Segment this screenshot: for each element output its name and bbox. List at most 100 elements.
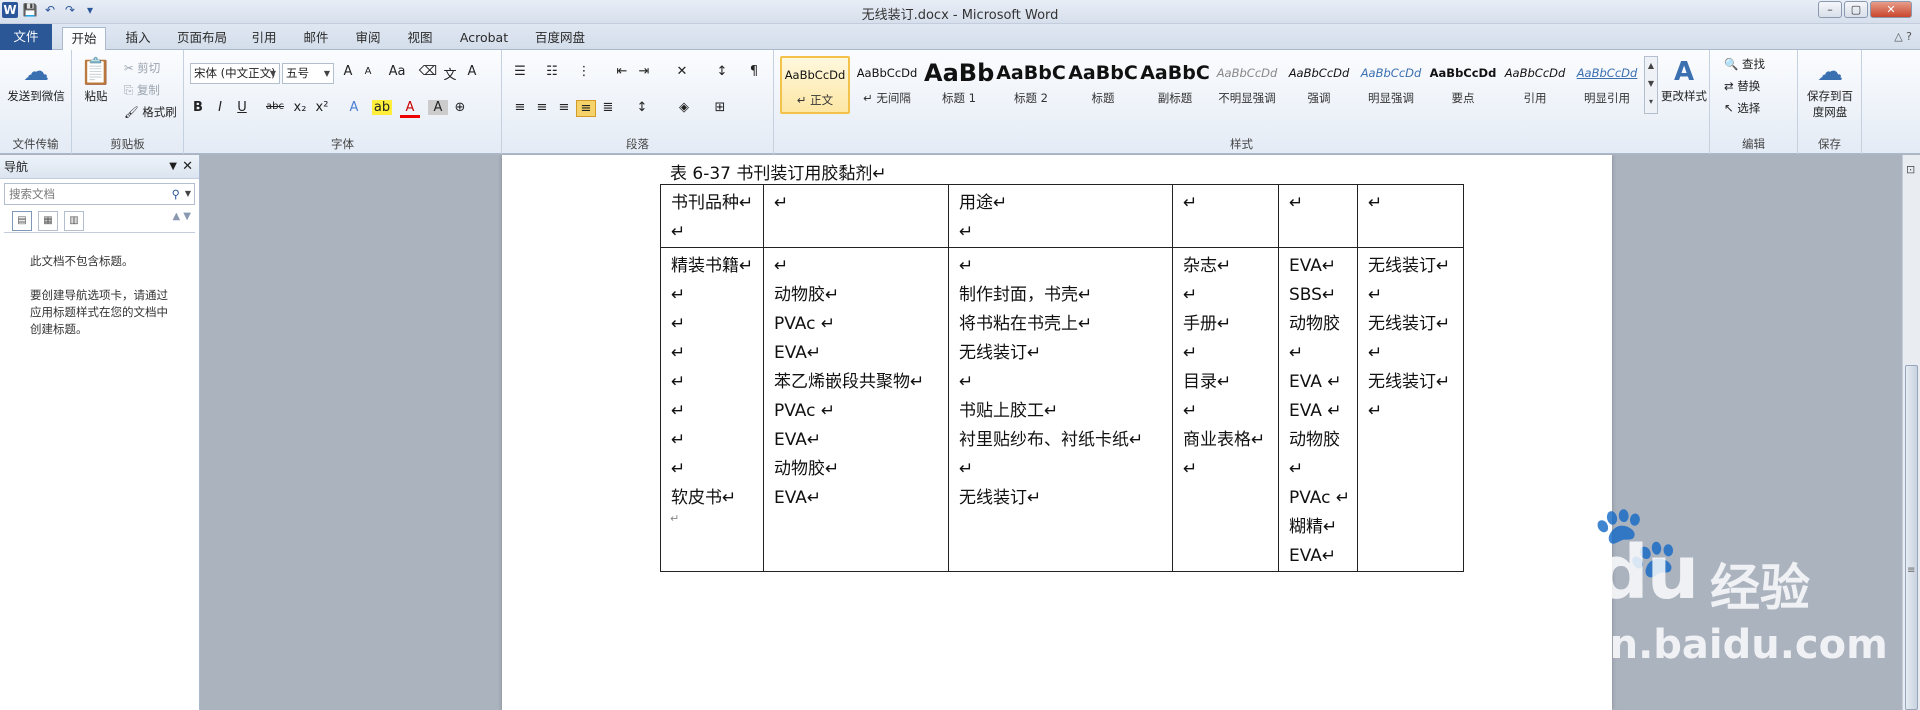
- chevron-down-icon[interactable]: ▼: [185, 184, 191, 204]
- tab-results[interactable]: ▥: [64, 211, 84, 231]
- char-shading-icon[interactable]: A: [428, 100, 448, 115]
- nav-arrows[interactable]: ▲ ▼: [172, 211, 191, 222]
- multilevel-list-icon[interactable]: ⋮: [574, 64, 594, 79]
- tab-file[interactable]: 文件: [0, 24, 52, 50]
- format-painter-button[interactable]: 🖌 格式刷: [124, 104, 177, 120]
- style-quote[interactable]: AaBbCcDd 引用: [1500, 56, 1570, 114]
- table-cell[interactable]: ↵: [1278, 184, 1358, 248]
- scrollbar-thumb[interactable]: [1905, 365, 1918, 710]
- change-styles-button[interactable]: A 更改样式: [1660, 56, 1708, 104]
- tab-insert[interactable]: 插入: [118, 27, 158, 50]
- show-marks-icon[interactable]: ¶: [744, 64, 764, 79]
- paste-button[interactable]: 📋 粘贴: [76, 56, 116, 104]
- chinese-layout-icon[interactable]: ✕: [672, 64, 692, 79]
- table-cell[interactable]: 杂志↵ ↵ 手册↵ ↵ 目录↵ ↵ 商业表格↵ ↵: [1172, 247, 1279, 572]
- document-page[interactable]: 表 6-37 书刊装订用胶黏剂↵ 书刊品种↵ ↵ ↵ 用途↵ ↵ ↵ ↵ ↵ 精…: [502, 155, 1612, 710]
- tab-view[interactable]: 视图: [402, 27, 438, 50]
- numbering-icon[interactable]: ☷: [542, 64, 562, 79]
- justify-icon[interactable]: ≡: [576, 100, 596, 117]
- find-button[interactable]: 🔍 查找: [1724, 56, 1765, 72]
- tab-headings[interactable]: ▤: [12, 211, 32, 231]
- font-name-combo[interactable]: 宋体 (中文正文) ▼: [190, 63, 280, 84]
- cut-button[interactable]: ✂ 剪切: [124, 60, 160, 76]
- line-spacing-icon[interactable]: ↕: [632, 100, 652, 115]
- superscript-button[interactable]: x²: [312, 100, 332, 115]
- strikethrough-button[interactable]: abc: [262, 101, 288, 112]
- styles-scroll[interactable]: ▲ ▼ ▾: [1644, 56, 1658, 114]
- underline-button[interactable]: U: [232, 100, 252, 115]
- baidu-jingyan-watermark: 🐾 Baidu 经验 jingyan.baidu.com: [1470, 500, 1888, 670]
- style-intense-emphasis[interactable]: AaBbCcDd 明显强调: [1356, 56, 1426, 114]
- table-cell[interactable]: 无线装订↵ ↵ 无线装订↵ ↵ 无线装订↵ ↵: [1357, 247, 1464, 572]
- vertical-scrollbar[interactable]: ⊡ ≡: [1902, 155, 1920, 710]
- style-subtitle[interactable]: AaBbC 副标题: [1140, 56, 1210, 114]
- style-no-spacing[interactable]: AaBbCcDd ↵ 无间隔: [852, 56, 922, 114]
- style-heading-1[interactable]: AaBb 标题 1: [924, 56, 994, 114]
- table-cell[interactable]: ↵ 制作封面，书壳↵ 将书粘在书壳上↵ 无线装订↵ ↵ 书贴上胶工↵ 衬里贴纱布…: [948, 247, 1173, 572]
- table-cell[interactable]: ↵ 动物胶↵ PVAc ↵ EVA↵ 苯乙烯嵌段共聚物↵ PVAc ↵ EVA↵…: [763, 247, 949, 572]
- increase-indent-icon[interactable]: ⇥: [634, 64, 654, 79]
- align-center-icon[interactable]: ≡: [532, 100, 552, 115]
- change-case-button[interactable]: Aa: [384, 64, 410, 79]
- highlight-icon[interactable]: ab: [372, 100, 392, 115]
- copy-button[interactable]: ⎘ 复制: [124, 82, 160, 98]
- table-cell[interactable]: EVA↵ SBS↵ 动物胶↵ EVA ↵ EVA ↵ 动物胶↵ PVAc ↵ 糊…: [1278, 247, 1358, 572]
- subscript-button[interactable]: x₂: [290, 100, 310, 115]
- table-cell[interactable]: 书刊品种↵ ↵: [660, 184, 764, 248]
- align-right-icon[interactable]: ≡: [554, 100, 574, 115]
- table-cell[interactable]: 用途↵ ↵: [948, 184, 1173, 248]
- tab-acrobat[interactable]: Acrobat: [452, 27, 516, 50]
- help-icon[interactable]: △ ?: [1894, 30, 1912, 43]
- phonetic-guide-icon[interactable]: 文: [440, 64, 460, 83]
- sort-icon[interactable]: ↕: [712, 64, 732, 79]
- style-intense-quote[interactable]: AaBbCcDd 明显引用: [1572, 56, 1642, 114]
- style-title[interactable]: AaBbC 标题: [1068, 56, 1138, 114]
- borders-icon[interactable]: ⊞: [710, 100, 730, 115]
- table-cell[interactable]: ↵: [763, 184, 949, 248]
- style-emphasis[interactable]: AaBbCcDd 强调: [1284, 56, 1354, 114]
- enclose-char-icon[interactable]: ⊕: [450, 100, 470, 115]
- tab-mailings[interactable]: 邮件: [298, 27, 334, 50]
- chevron-down-icon[interactable]: ▼: [169, 155, 177, 179]
- char-border-icon[interactable]: A: [462, 64, 482, 79]
- distribute-icon[interactable]: ≣: [598, 100, 618, 115]
- style-heading-2[interactable]: AaBbC 标题 2: [996, 56, 1066, 114]
- close-button[interactable]: ✕: [1870, 1, 1912, 18]
- italic-button[interactable]: I: [210, 100, 230, 115]
- search-icon[interactable]: ⚲: [172, 184, 180, 204]
- font-color-icon[interactable]: A: [400, 100, 420, 118]
- replace-button[interactable]: ⇄ 替换: [1724, 78, 1760, 94]
- ruler-toggle-icon[interactable]: ⊡: [1906, 163, 1915, 176]
- tab-page-layout[interactable]: 页面布局: [170, 27, 234, 50]
- style-strong[interactable]: AaBbCcDd 要点: [1428, 56, 1498, 114]
- cell-text: ↵ 制作封面，书壳↵ 将书粘在书壳上↵ 无线装订↵ ↵ 书贴上胶工↵ 衬里贴纱布…: [959, 256, 1144, 508]
- text-effects-icon[interactable]: A: [344, 100, 364, 115]
- tab-baidu-netdisk[interactable]: 百度网盘: [528, 27, 592, 50]
- style-name: ↵ 无间隔: [863, 91, 911, 105]
- clear-format-icon[interactable]: ⌫: [418, 64, 438, 79]
- search-input[interactable]: 搜索文档 ⚲ ▼: [4, 183, 195, 205]
- shading-icon[interactable]: ◈: [674, 100, 694, 115]
- decrease-indent-icon[interactable]: ⇤: [612, 64, 632, 79]
- close-icon[interactable]: ✕: [182, 155, 193, 179]
- grow-font-button[interactable]: A: [338, 64, 358, 79]
- style-preview: AaBbCcDd: [1216, 66, 1278, 80]
- style-normal[interactable]: AaBbCcDd ↵ 正文: [780, 56, 850, 114]
- send-to-wechat-button[interactable]: ☁ 发送到微信: [2, 56, 70, 104]
- table-cell[interactable]: ↵: [1172, 184, 1279, 248]
- tab-pages[interactable]: ▦: [38, 211, 58, 231]
- tab-review[interactable]: 审阅: [350, 27, 386, 50]
- font-size-combo[interactable]: 五号 ▼: [282, 63, 334, 84]
- shrink-font-button[interactable]: A: [358, 66, 378, 77]
- save-to-baidu-button[interactable]: ☁ 保存到百 度网盘: [1798, 56, 1862, 120]
- maximize-button[interactable]: ▢: [1844, 1, 1868, 18]
- minimize-button[interactable]: –: [1818, 1, 1842, 18]
- table-cell[interactable]: ↵: [1357, 184, 1464, 248]
- tab-references[interactable]: 引用: [246, 27, 282, 50]
- select-button[interactable]: ↖ 选择: [1724, 100, 1760, 116]
- align-left-icon[interactable]: ≡: [510, 100, 530, 115]
- bold-button[interactable]: B: [188, 100, 208, 115]
- tab-home[interactable]: 开始: [62, 27, 106, 51]
- style-subtle-emphasis[interactable]: AaBbCcDd 不明显强调: [1212, 56, 1282, 114]
- bullets-icon[interactable]: ☰: [510, 64, 530, 79]
